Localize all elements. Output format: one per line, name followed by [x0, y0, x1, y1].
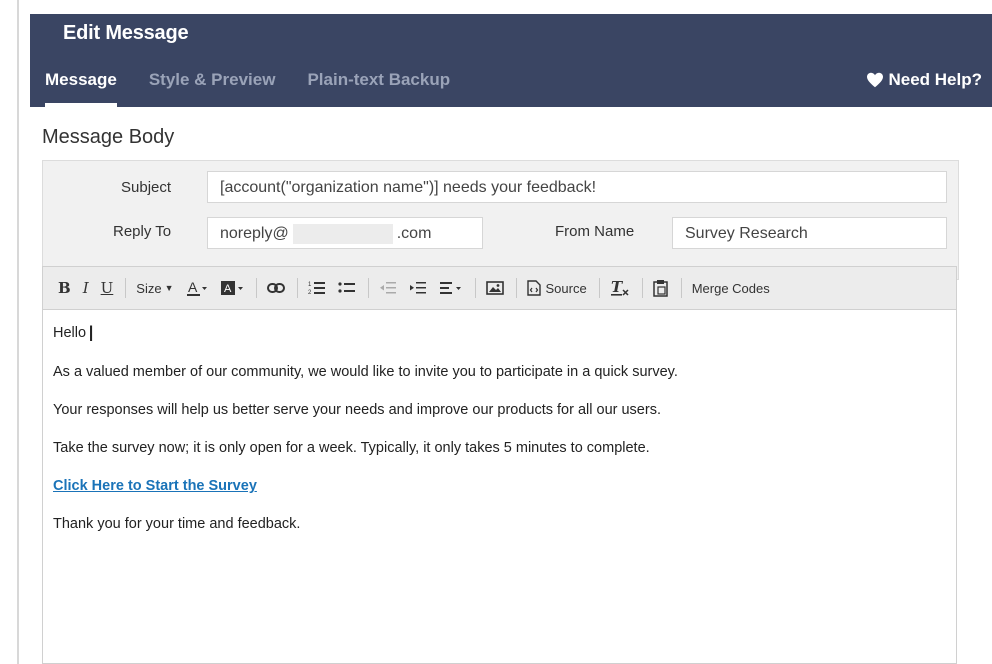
align-icon — [439, 282, 461, 294]
svg-text:A: A — [224, 283, 232, 295]
remove-format-button[interactable]: T — [605, 275, 635, 301]
frame-divider — [17, 0, 19, 664]
toolbar-separator — [125, 278, 127, 298]
message-editor[interactable]: HelloΙ As a valued member of our communi… — [42, 310, 957, 664]
svg-text:1: 1 — [308, 282, 312, 288]
survey-link[interactable]: Click Here to Start the Survey — [53, 478, 257, 494]
paste-button[interactable] — [648, 275, 674, 301]
toolbar-separator — [255, 278, 257, 298]
need-help-link[interactable]: Need Help? — [866, 70, 982, 90]
source-button[interactable]: Source — [522, 275, 592, 301]
reply-to-prefix: noreply@ — [220, 225, 289, 242]
subject-input[interactable]: [account("organization name")] needs you… — [207, 171, 947, 203]
text-cursor-icon: Ι — [88, 321, 95, 346]
reply-to-input[interactable]: noreply@ .com — [207, 217, 483, 249]
remove-format-icon: T — [610, 279, 629, 296]
background-color-button[interactable]: A — [215, 275, 249, 301]
redacted-domain — [292, 223, 393, 244]
need-help-label: Need Help? — [888, 70, 982, 89]
reply-to-suffix: .com — [396, 225, 432, 242]
editor-paragraph: Thank you for your time and feedback. — [53, 516, 301, 532]
reply-to-label: Reply To — [113, 223, 172, 240]
indent-icon — [409, 282, 426, 294]
subject-label: Subject — [121, 179, 172, 196]
toolbar-separator — [680, 278, 682, 298]
source-label: Source — [545, 280, 587, 296]
image-button[interactable] — [481, 275, 509, 301]
toolbar-separator — [598, 278, 600, 298]
bullet-list-button[interactable] — [333, 275, 361, 301]
toolbar-separator — [474, 278, 476, 298]
editor-toolbar: B I U Size ▼ A A 12 Source T Merge Codes — [42, 266, 957, 310]
source-icon — [526, 280, 541, 296]
italic-glyph: I — [82, 279, 89, 297]
underline-button[interactable]: U — [96, 275, 119, 301]
toolbar-separator — [367, 278, 369, 298]
size-label: Size — [136, 280, 162, 296]
greeting-text: Hello — [53, 325, 87, 341]
numbered-list-icon: 12 — [308, 282, 325, 296]
tab-style-preview[interactable]: Style & Preview — [149, 70, 276, 107]
bold-glyph: B — [58, 279, 71, 297]
toolbar-separator — [515, 278, 517, 298]
bold-button[interactable]: B — [53, 275, 76, 301]
image-icon — [485, 281, 504, 295]
numbered-list-button[interactable]: 12 — [303, 275, 331, 301]
toolbar-separator — [296, 278, 298, 298]
link-button[interactable] — [262, 275, 290, 301]
tab-bar: Message Style & Preview Plain-text Backu… — [45, 70, 482, 107]
tab-message[interactable]: Message — [45, 70, 117, 107]
editor-paragraph: Take the survey now; it is only open for… — [53, 440, 650, 456]
editor-line: HelloΙ — [53, 321, 946, 346]
tab-plain-text-backup[interactable]: Plain-text Backup — [307, 70, 450, 107]
page-title: Edit Message — [63, 22, 189, 44]
from-name-input[interactable]: Survey Research — [672, 217, 947, 249]
text-color-icon: A — [186, 279, 207, 296]
toolbar-separator — [641, 278, 643, 298]
underline-glyph: U — [100, 279, 114, 297]
svg-text:2: 2 — [308, 290, 312, 296]
editor-line: Click Here to Start the Survey — [53, 477, 946, 495]
panel-header: Edit Message Message Style & Preview Pla… — [30, 14, 992, 107]
window-frame: Edit Message Message Style & Preview Pla… — [0, 0, 992, 664]
from-name-label: From Name — [555, 223, 635, 240]
bullet-list-icon — [337, 282, 355, 293]
clipboard-icon — [652, 280, 668, 297]
editor-paragraph: As a valued member of our community, we … — [53, 364, 678, 380]
outdent-button[interactable] — [374, 275, 402, 301]
edit-message-panel: Edit Message Message Style & Preview Pla… — [30, 14, 992, 664]
background-color-icon: A — [220, 281, 243, 295]
link-icon — [266, 283, 285, 293]
font-size-dropdown[interactable]: Size ▼ — [131, 275, 178, 301]
align-dropdown[interactable] — [434, 275, 468, 301]
section-title: Message Body — [42, 126, 175, 148]
text-color-button[interactable]: A — [181, 275, 213, 301]
indent-button[interactable] — [404, 275, 432, 301]
svg-text:A: A — [188, 279, 198, 295]
merge-codes-button[interactable]: Merge Codes — [687, 275, 775, 301]
message-form: Subject [account("organization name")] n… — [42, 160, 959, 280]
editor-paragraph: Your responses will help us better serve… — [53, 402, 661, 418]
outdent-icon — [379, 282, 396, 294]
heart-icon — [867, 72, 884, 88]
svg-text:T: T — [611, 279, 624, 296]
chevron-down-icon: ▼ — [164, 283, 174, 293]
italic-button[interactable]: I — [78, 275, 94, 301]
